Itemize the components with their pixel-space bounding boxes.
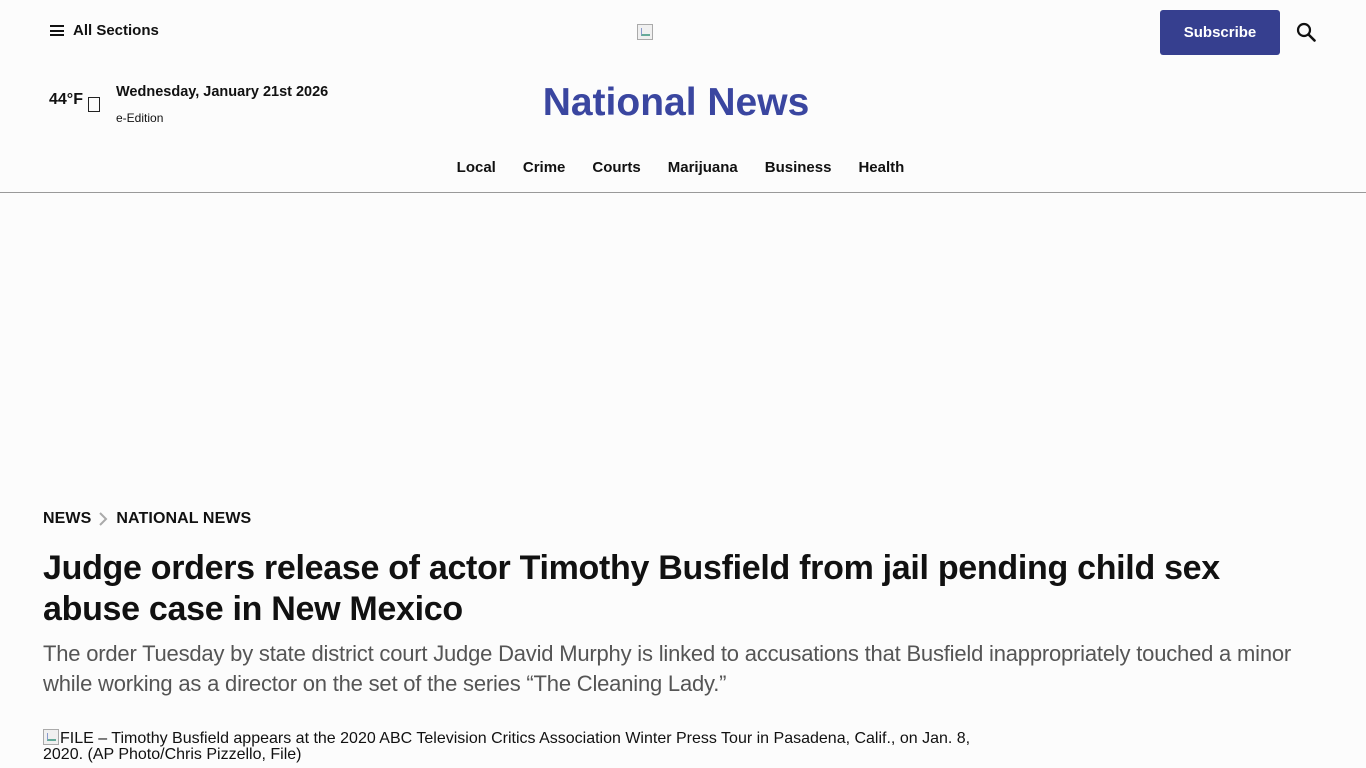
- nav-divider: [0, 192, 1366, 193]
- site-title[interactable]: National News: [0, 81, 1352, 125]
- chevron-right-icon: [99, 512, 108, 526]
- breadcrumb: NEWS NATIONAL NEWS: [43, 510, 251, 528]
- nav-item-crime[interactable]: Crime: [523, 159, 566, 176]
- nav-item-health[interactable]: Health: [858, 159, 904, 176]
- top-bar: All Sections Subscribe: [0, 0, 1366, 64]
- nav-item-marijuana[interactable]: Marijuana: [668, 159, 738, 176]
- primary-nav: Local Crime Courts Marijuana Business He…: [0, 159, 1361, 176]
- breadcrumb-news[interactable]: NEWS: [43, 510, 91, 528]
- nav-item-business[interactable]: Business: [765, 159, 832, 176]
- article-image: FILE – Timothy Busfield appears at the 2…: [43, 729, 983, 763]
- all-sections-button[interactable]: All Sections: [50, 22, 159, 39]
- broken-image-icon: [43, 729, 59, 745]
- article-dek: The order Tuesday by state district cour…: [43, 641, 1292, 696]
- all-sections-label: All Sections: [73, 22, 159, 39]
- hamburger-icon: [50, 25, 64, 36]
- search-icon[interactable]: [1296, 22, 1316, 42]
- nav-item-local[interactable]: Local: [457, 159, 496, 176]
- article-headline: Judge orders release of actor Timothy Bu…: [43, 549, 1220, 628]
- article-image-alt: FILE – Timothy Busfield appears at the 2…: [43, 730, 971, 763]
- subscribe-button[interactable]: Subscribe: [1160, 10, 1280, 55]
- site-logo-image[interactable]: [637, 24, 653, 40]
- breadcrumb-national-news[interactable]: NATIONAL NEWS: [116, 510, 251, 528]
- nav-item-courts[interactable]: Courts: [592, 159, 640, 176]
